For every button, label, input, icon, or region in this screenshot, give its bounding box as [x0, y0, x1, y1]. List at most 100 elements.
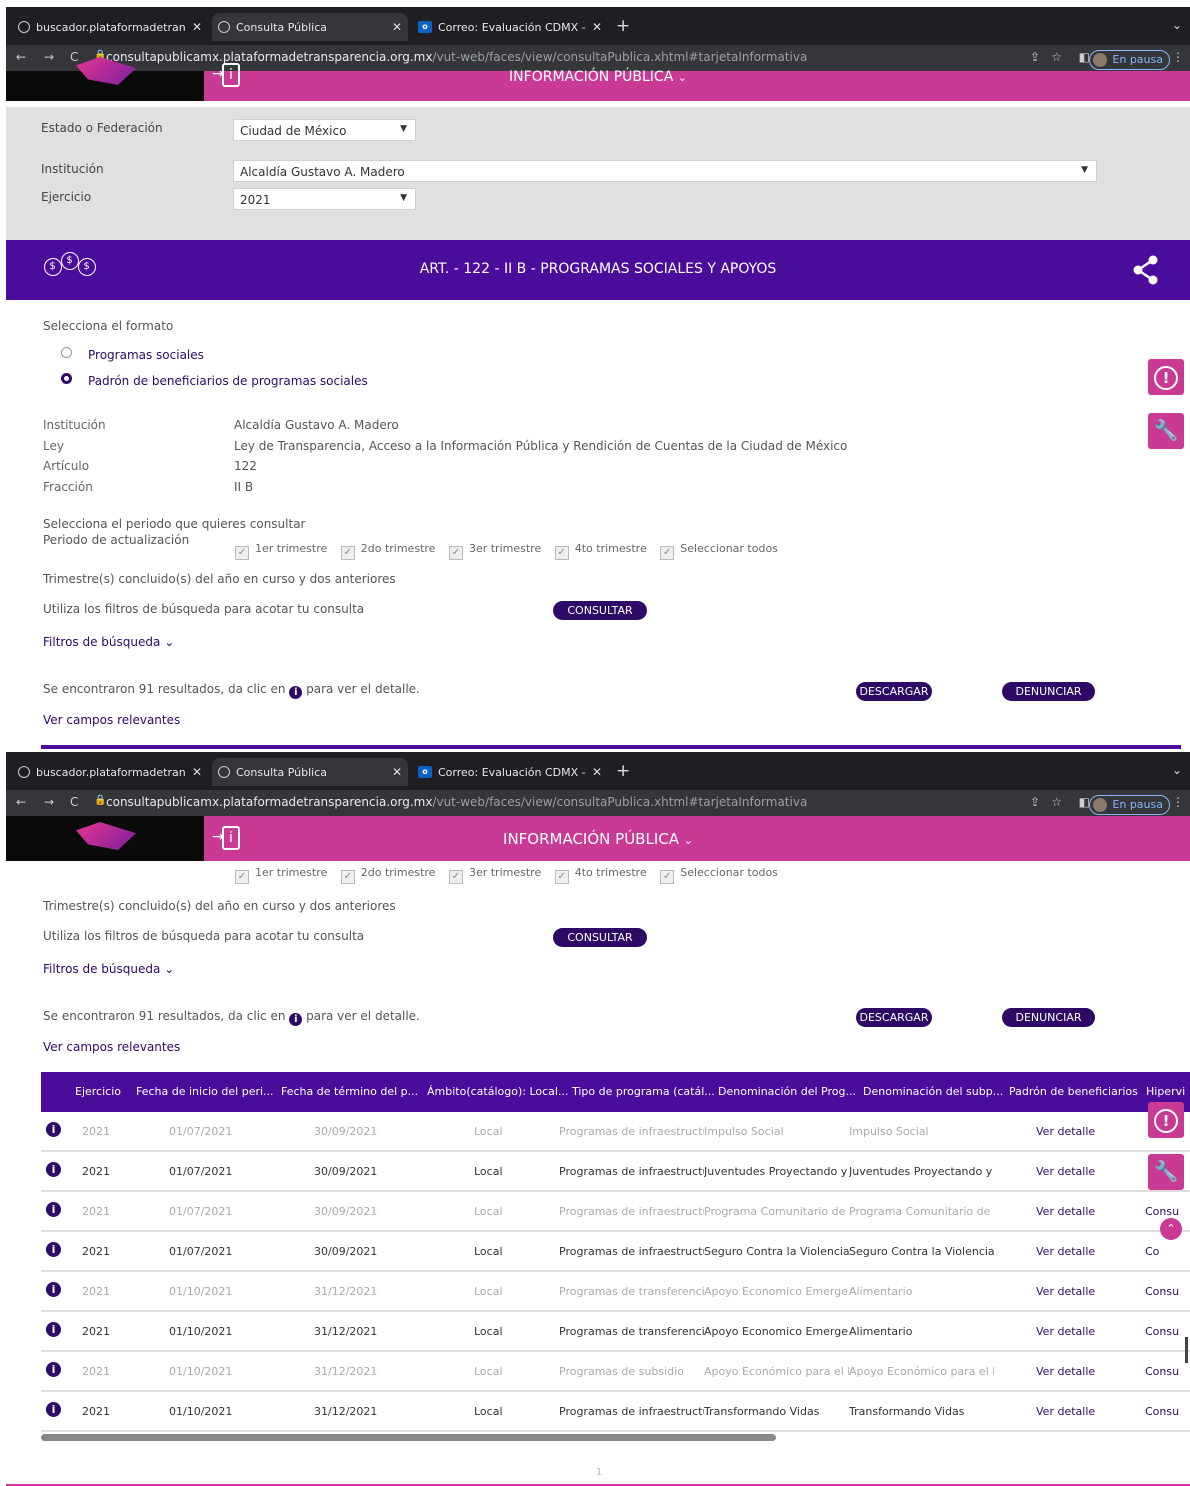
share-icon[interactable]: ⇪	[1030, 50, 1040, 64]
row-hipervinculo[interactable]: Consu	[1145, 1365, 1190, 1378]
row-padron[interactable]: Ver detalle	[1036, 1365, 1095, 1378]
consult-button[interactable]: CONSULTAR	[553, 601, 647, 620]
col-subprograma[interactable]: Denominación del subp...	[863, 1085, 1003, 1098]
row-padron[interactable]: Ver detalle	[1036, 1125, 1095, 1138]
kebab-menu-icon[interactable]: ⋮	[1172, 50, 1184, 64]
search-filters-toggle[interactable]: Filtros de búsqueda ⌄	[43, 962, 174, 976]
kebab-menu-icon[interactable]: ⋮	[1172, 795, 1184, 809]
browser-tab[interactable]: oCorreo: Evaluación CDMX - Ou✕	[412, 13, 608, 41]
relevant-fields-link[interactable]: Ver campos relevantes	[43, 713, 180, 727]
info-icon[interactable]: i	[46, 1362, 61, 1377]
relevant-fields-link[interactable]: Ver campos relevantes	[43, 1040, 180, 1054]
report-button[interactable]: DENUNCIAR	[1002, 1008, 1095, 1027]
page-number[interactable]: 1	[596, 1467, 602, 1478]
new-tab-icon[interactable]: +	[616, 761, 630, 781]
option-padron[interactable]: Padrón de beneficiarios de programas soc…	[88, 374, 368, 388]
close-icon[interactable]: ✕	[592, 765, 602, 779]
col-inicio[interactable]: Fecha de inicio del peri...	[136, 1085, 274, 1098]
browser-tab[interactable]: buscador.plataformadetranspa✕	[12, 13, 208, 41]
chevron-down-icon[interactable]: ⌄	[1172, 763, 1182, 777]
profile-button[interactable]: En pausa	[1089, 50, 1170, 70]
url-field[interactable]: consultapublicamx.plataformadetransparen…	[106, 795, 807, 809]
sidepanel-icon[interactable]: ◧	[1079, 50, 1090, 64]
col-ambito[interactable]: Ámbito(catálogo): Local...	[427, 1085, 568, 1098]
checkbox-q1[interactable]: ✓ 1er trimestre	[235, 866, 327, 884]
row-hipervinculo[interactable]: Consu	[1145, 1285, 1190, 1298]
report-button[interactable]: DENUNCIAR	[1002, 682, 1095, 701]
reload-icon[interactable]: C	[70, 50, 78, 64]
share-icon[interactable]: ⇪	[1030, 795, 1040, 809]
row-hipervinculo[interactable]: Co	[1145, 1245, 1190, 1258]
row-hipervinculo[interactable]: Consu	[1145, 1405, 1190, 1418]
radio-padron[interactable]	[61, 373, 72, 384]
horizontal-scrollbar[interactable]	[41, 1434, 776, 1441]
row-padron[interactable]: Ver detalle	[1036, 1205, 1095, 1218]
chevron-down-icon[interactable]: ⌄	[1172, 18, 1182, 32]
option-programas[interactable]: Programas sociales	[88, 348, 204, 362]
row-padron[interactable]: Ver detalle	[1036, 1405, 1095, 1418]
info-icon[interactable]: i	[46, 1202, 61, 1217]
checkbox-q2[interactable]: ✓ 2do trimestre	[340, 866, 435, 884]
star-icon[interactable]: ☆	[1051, 795, 1062, 809]
forward-icon[interactable]: →	[44, 50, 54, 64]
checkbox-q2[interactable]: ✓ 2do trimestre	[340, 542, 435, 560]
vertical-scrollbar[interactable]	[1185, 1337, 1188, 1363]
reload-icon[interactable]: C	[70, 795, 78, 809]
checkbox-q3[interactable]: ✓ 3er trimestre	[448, 542, 541, 560]
alert-side-button[interactable]: !	[1148, 359, 1184, 395]
estado-select[interactable]: Ciudad de México ▼	[233, 119, 416, 141]
browser-tab[interactable]: oCorreo: Evaluación CDMX - Ou✕	[412, 758, 608, 786]
browser-tab-active[interactable]: Consulta Pública ✕	[212, 758, 408, 786]
close-icon[interactable]: ✕	[592, 20, 602, 34]
profile-button[interactable]: En pausa	[1089, 795, 1170, 815]
checkbox-q4[interactable]: ✓ 4to trimestre	[554, 866, 647, 884]
info-icon[interactable]: i	[46, 1242, 61, 1257]
close-icon[interactable]: ✕	[192, 20, 202, 34]
browser-tab[interactable]: buscador.plataformadetranspa✕	[12, 758, 208, 786]
scroll-up-button[interactable]: ⌃	[1160, 1218, 1182, 1240]
institucion-select[interactable]: Alcaldía Gustavo A. Madero ▼	[233, 160, 1097, 182]
checkbox-q3[interactable]: ✓ 3er trimestre	[448, 866, 541, 884]
col-padron[interactable]: Padrón de beneficiarios	[1009, 1085, 1138, 1098]
alert-side-button[interactable]: !	[1148, 1102, 1184, 1138]
menu-title[interactable]: INFORMACIÓN PÚBLICA ⌄	[6, 69, 1190, 85]
forward-icon[interactable]: →	[44, 795, 54, 809]
col-termino[interactable]: Fecha de término del p...	[281, 1085, 418, 1098]
download-button[interactable]: DESCARGAR	[856, 1008, 932, 1027]
info-icon[interactable]: i	[46, 1122, 61, 1137]
search-filters-toggle[interactable]: Filtros de búsqueda ⌄	[43, 635, 174, 649]
checkbox-all[interactable]: ✓ Seleccionar todos	[660, 866, 778, 884]
download-button[interactable]: DESCARGAR	[856, 682, 932, 701]
info-icon[interactable]: i	[46, 1402, 61, 1417]
row-padron[interactable]: Ver detalle	[1036, 1325, 1095, 1338]
info-icon[interactable]: i	[46, 1282, 61, 1297]
close-icon[interactable]: ✕	[192, 765, 202, 779]
new-tab-icon[interactable]: +	[616, 16, 630, 36]
share-icon[interactable]	[1132, 254, 1160, 286]
checkbox-all[interactable]: ✓ Seleccionar todos	[660, 542, 778, 560]
browser-tab-active[interactable]: Consulta Pública ✕	[212, 13, 408, 41]
back-icon[interactable]: ←	[16, 795, 26, 809]
col-tipo[interactable]: Tipo de programa (catál...	[572, 1085, 715, 1098]
row-padron[interactable]: Ver detalle	[1036, 1165, 1095, 1178]
wrench-side-button[interactable]: 🔧	[1148, 1154, 1184, 1190]
row-padron[interactable]: Ver detalle	[1036, 1245, 1095, 1258]
star-icon[interactable]: ☆	[1051, 50, 1062, 64]
url-field[interactable]: consultapublicamx.plataformadetransparen…	[106, 50, 807, 64]
radio-programas[interactable]	[61, 347, 72, 358]
info-icon[interactable]: i	[46, 1322, 61, 1337]
sidepanel-icon[interactable]: ◧	[1079, 795, 1090, 809]
row-hipervinculo[interactable]: Consu	[1145, 1325, 1190, 1338]
checkbox-q1[interactable]: ✓ 1er trimestre	[235, 542, 327, 560]
close-icon[interactable]: ✕	[392, 765, 402, 779]
consult-button[interactable]: CONSULTAR	[553, 928, 647, 947]
close-icon[interactable]: ✕	[392, 20, 402, 34]
back-icon[interactable]: ←	[16, 50, 26, 64]
wrench-side-button[interactable]: 🔧	[1148, 413, 1184, 449]
col-hipervinculo[interactable]: Hipervi	[1146, 1085, 1185, 1098]
checkbox-q4[interactable]: ✓ 4to trimestre	[554, 542, 647, 560]
col-ejercicio[interactable]: Ejercicio	[75, 1085, 121, 1098]
menu-title[interactable]: INFORMACIÓN PÚBLICA ⌄	[6, 830, 1190, 848]
row-hipervinculo[interactable]: Consu	[1145, 1205, 1190, 1218]
info-icon[interactable]: i	[46, 1162, 61, 1177]
